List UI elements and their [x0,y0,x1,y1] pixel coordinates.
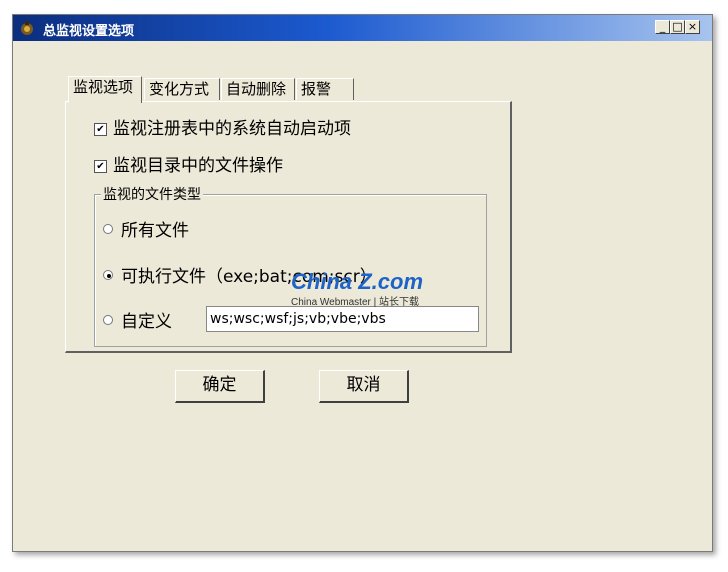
maximize-button[interactable]: □ [670,20,685,34]
window-title: 总监视设置选项 [43,24,135,39]
tab-change-mode[interactable]: 变化方式 [144,78,220,100]
all-files-radio[interactable] [103,224,113,234]
all-files-option[interactable]: 所有文件 [103,216,189,241]
watermark-brand: China Z.com [291,269,424,294]
registry-option[interactable]: ✔ 监视注册表中的系统自动启动项 [94,114,351,139]
file-type-group-label: 监视的文件类型 [101,184,203,204]
custom-option[interactable]: 自定义 [103,307,172,332]
tab-alarm[interactable]: 报警 [296,78,354,100]
custom-extensions-input[interactable] [206,306,479,332]
tab-auto-delete[interactable]: 自动删除 [221,78,295,100]
title-bar[interactable]: 总监视设置选项 _ □ × [13,15,712,41]
close-button[interactable]: × [685,20,700,34]
custom-label: 自定义 [121,312,172,332]
minimize-button[interactable]: _ [655,20,670,34]
watermark-logo: China Z.com China Webmaster | 站长下载 [291,269,423,308]
ok-button[interactable]: 确定 [175,370,265,403]
directory-checkbox[interactable]: ✔ [94,160,107,173]
directory-option-label: 监视目录中的文件操作 [113,156,283,176]
registry-option-label: 监视注册表中的系统自动启动项 [113,119,351,139]
registry-checkbox[interactable]: ✔ [94,123,107,136]
monitor-options-panel: ✔ 监视注册表中的系统自动启动项 ✔ 监视目录中的文件操作 监视的文件类型 所有文件… [65,101,512,353]
directory-option[interactable]: ✔ 监视目录中的文件操作 [94,151,283,176]
app-icon [21,21,33,35]
cancel-button[interactable]: 取消 [319,370,409,403]
all-files-label: 所有文件 [121,221,189,241]
custom-radio[interactable] [103,315,113,325]
tab-monitor-options[interactable]: 监视选项 [68,76,142,103]
settings-window: 总监视设置选项 _ □ × 监视选项 变化方式 自动删除 报警 ✔ 监视注册表中的… [12,14,713,552]
executables-radio[interactable] [103,270,113,280]
watermark-subtitle: China Webmaster | 站长下载 [291,297,420,308]
